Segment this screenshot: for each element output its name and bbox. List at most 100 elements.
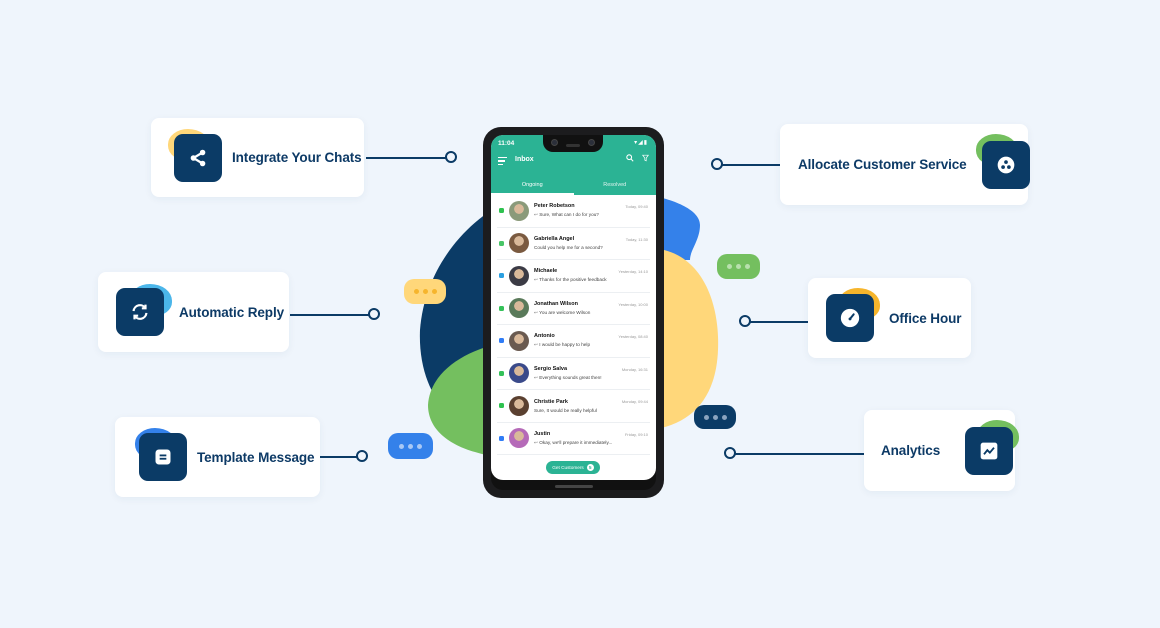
connector-line [290, 314, 370, 316]
chat-bubble-navy [694, 405, 736, 429]
get-customers-button[interactable]: Get Customers 5 [546, 461, 600, 474]
filter-icon[interactable] [642, 154, 649, 164]
analytics-icon-wrap [965, 419, 1020, 475]
last-message: Sure, It would be really helpful [534, 408, 650, 413]
chat-list-item[interactable]: Michaele ↩ Thanks for the positive feedba… [497, 260, 650, 293]
messenger-channel-icon [499, 338, 504, 344]
avatar [509, 265, 529, 286]
connector-line [722, 164, 781, 166]
avatar [509, 298, 529, 319]
tab-resolved[interactable]: Resolved [574, 177, 657, 195]
avatar [509, 363, 529, 384]
status-time: 11:04 [498, 140, 515, 147]
last-message: ↩ Everything sounds great then! [534, 375, 650, 381]
last-message-text: I would be happy to help [539, 342, 591, 348]
message-time: Today, 09:40 [625, 204, 648, 209]
feature-card-analytics[interactable]: Analytics [864, 410, 1020, 491]
feature-label: Template Message [197, 449, 315, 465]
connector-line [320, 456, 358, 458]
clock-icon [826, 294, 874, 342]
home-indicator [555, 485, 593, 488]
last-message: ↩ Okay, we'll prepare it immediately... [534, 440, 650, 446]
inbox-title: Inbox [515, 156, 534, 163]
whatsapp-channel-icon [499, 305, 504, 311]
app-header: 11:04 ▾◢▮ Inbox Ongoing Resolved [491, 135, 656, 195]
last-message-text: Sure, It would be really helpful [534, 407, 597, 413]
template-icon [139, 433, 187, 481]
automatic-reply-icon-wrap [116, 284, 172, 336]
message-time: Friday, 09:10 [624, 431, 648, 437]
feature-label: Automatic Reply [179, 304, 285, 320]
chat-list-item[interactable]: Antonio ↩ I would be happy to help Yesterd… [497, 325, 650, 358]
message-time: Monday, 16:31 [621, 366, 648, 372]
avatar [509, 428, 529, 449]
avatar [509, 233, 529, 254]
phone-mockup: 11:04 ▾◢▮ Inbox Ongoing Resolved Peter R… [483, 127, 664, 498]
allocate-icon-wrap [975, 133, 1030, 189]
telegram-channel-icon [499, 273, 504, 279]
last-message-text: Sure, What can I do for you? [539, 212, 599, 218]
avatar [509, 200, 529, 221]
chat-list-item[interactable]: Justin ↩ Okay, we'll prepare it immediate… [497, 423, 650, 455]
chat-bubble-yellow [404, 279, 446, 304]
message-time: Yesterday, 10:00 [618, 301, 648, 307]
messenger-channel-icon [499, 435, 504, 441]
connector-line [735, 453, 865, 455]
feature-label: Allocate Customer Service [798, 157, 967, 172]
phone-screen: 11:04 ▾◢▮ Inbox Ongoing Resolved Peter R… [491, 135, 656, 480]
chat-list-item[interactable]: Jonathan Wilson ↩ You are welcome Wilson Y… [497, 293, 650, 325]
message-time: Yesterday, 14:10 [618, 269, 648, 274]
connector-node [445, 151, 457, 163]
last-message-text: Thanks for the positive feedback [539, 277, 607, 283]
last-message: ↩ You are welcome Wilson [534, 310, 650, 316]
whatsapp-channel-icon [499, 370, 504, 376]
last-message: Could you help me for a second? [534, 245, 650, 250]
inbox-tabs: Ongoing Resolved [491, 177, 656, 195]
feature-card-integrate-chats[interactable]: Integrate Your Chats [151, 118, 364, 197]
integrate-icon-wrap [168, 128, 222, 182]
phone-notch [543, 135, 603, 152]
chart-icon [965, 426, 1014, 475]
chat-list-item[interactable]: Sergio Salva ↩ Everything sounds great th… [497, 358, 650, 390]
feature-card-template-message[interactable]: Template Message [115, 417, 320, 497]
connector-node [368, 308, 380, 320]
office-hour-icon-wrap [826, 288, 880, 342]
connector-line [750, 321, 809, 323]
status-icons: ▾◢▮ [634, 140, 648, 146]
feature-card-office-hour[interactable]: Office Hour [808, 278, 971, 358]
feature-label: Analytics [881, 443, 941, 458]
tab-ongoing[interactable]: Ongoing [491, 177, 574, 195]
avatar [509, 395, 529, 416]
last-message-text: Okay, we'll prepare it immediately... [539, 439, 613, 445]
avatar [509, 330, 529, 351]
chat-list: Peter Robetson ↩ Sure, What can I do for … [491, 195, 656, 455]
chat-list-item[interactable]: Christie Park Sure, It would be really he… [497, 390, 650, 423]
chat-bubble-blue [388, 433, 433, 459]
template-icon-wrap [135, 428, 187, 481]
last-message: ↩ Thanks for the positive feedback [534, 277, 650, 283]
last-message-text: Could you help me for a second? [534, 245, 603, 251]
menu-icon[interactable] [498, 157, 507, 167]
group-icon [981, 140, 1030, 189]
refresh-icon [116, 288, 164, 336]
feature-card-allocate-customer-service[interactable]: Allocate Customer Service [780, 124, 1030, 205]
get-customers-label: Get Customers [552, 465, 584, 470]
line-channel-icon [499, 208, 504, 214]
wechat-channel-icon [499, 240, 504, 246]
chat-list-item[interactable]: Peter Robetson ↩ Sure, What can I do for … [497, 195, 650, 228]
feature-card-automatic-reply[interactable]: Automatic Reply [98, 272, 289, 352]
last-message: ↩ Sure, What can I do for you? [534, 212, 650, 218]
feature-label: Integrate Your Chats [232, 150, 362, 165]
last-message-text: Everything sounds great then! [539, 374, 602, 380]
customer-count-badge: 5 [586, 464, 594, 471]
message-time: Yesterday, 08:40 [618, 334, 648, 339]
connector-line [366, 157, 446, 159]
last-message: ↩ I would be happy to help [534, 342, 650, 348]
chat-bubble-green [717, 254, 760, 279]
message-time: Today, 11:30 [625, 236, 648, 242]
chat-list-item[interactable]: Gabriella Angel Could you help me for a s… [497, 228, 650, 260]
connector-node [356, 450, 368, 462]
message-time: Monday, 09:44 [621, 399, 648, 404]
last-message-text: You are welcome Wilson [539, 309, 591, 315]
search-icon[interactable] [626, 154, 634, 164]
